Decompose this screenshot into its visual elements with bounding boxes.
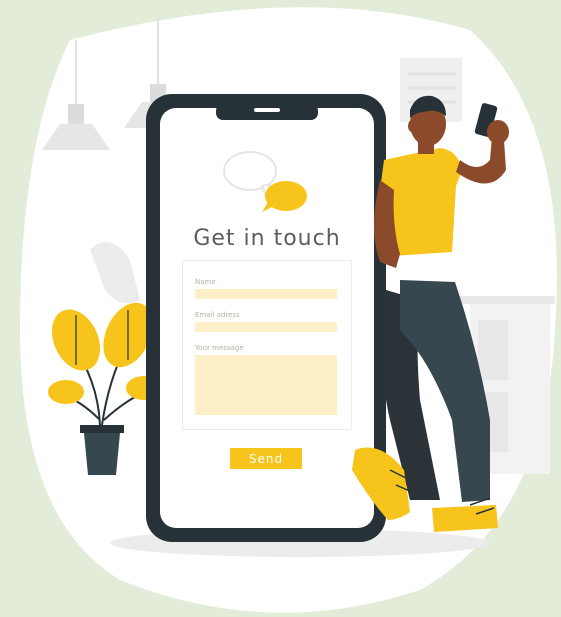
send-button[interactable]: Send — [230, 448, 302, 469]
email-label: Email adress — [195, 311, 240, 319]
name-label: Name — [195, 278, 216, 286]
message-field[interactable] — [195, 355, 337, 415]
phone-screen: Get in touch Name Email adress Your mess… — [160, 108, 374, 528]
name-field[interactable] — [195, 289, 337, 299]
message-label: Your message — [195, 344, 244, 352]
contact-form: Name Email adress Your message — [182, 260, 352, 430]
email-field[interactable] — [195, 322, 337, 332]
form-title: Get in touch — [193, 226, 341, 251]
